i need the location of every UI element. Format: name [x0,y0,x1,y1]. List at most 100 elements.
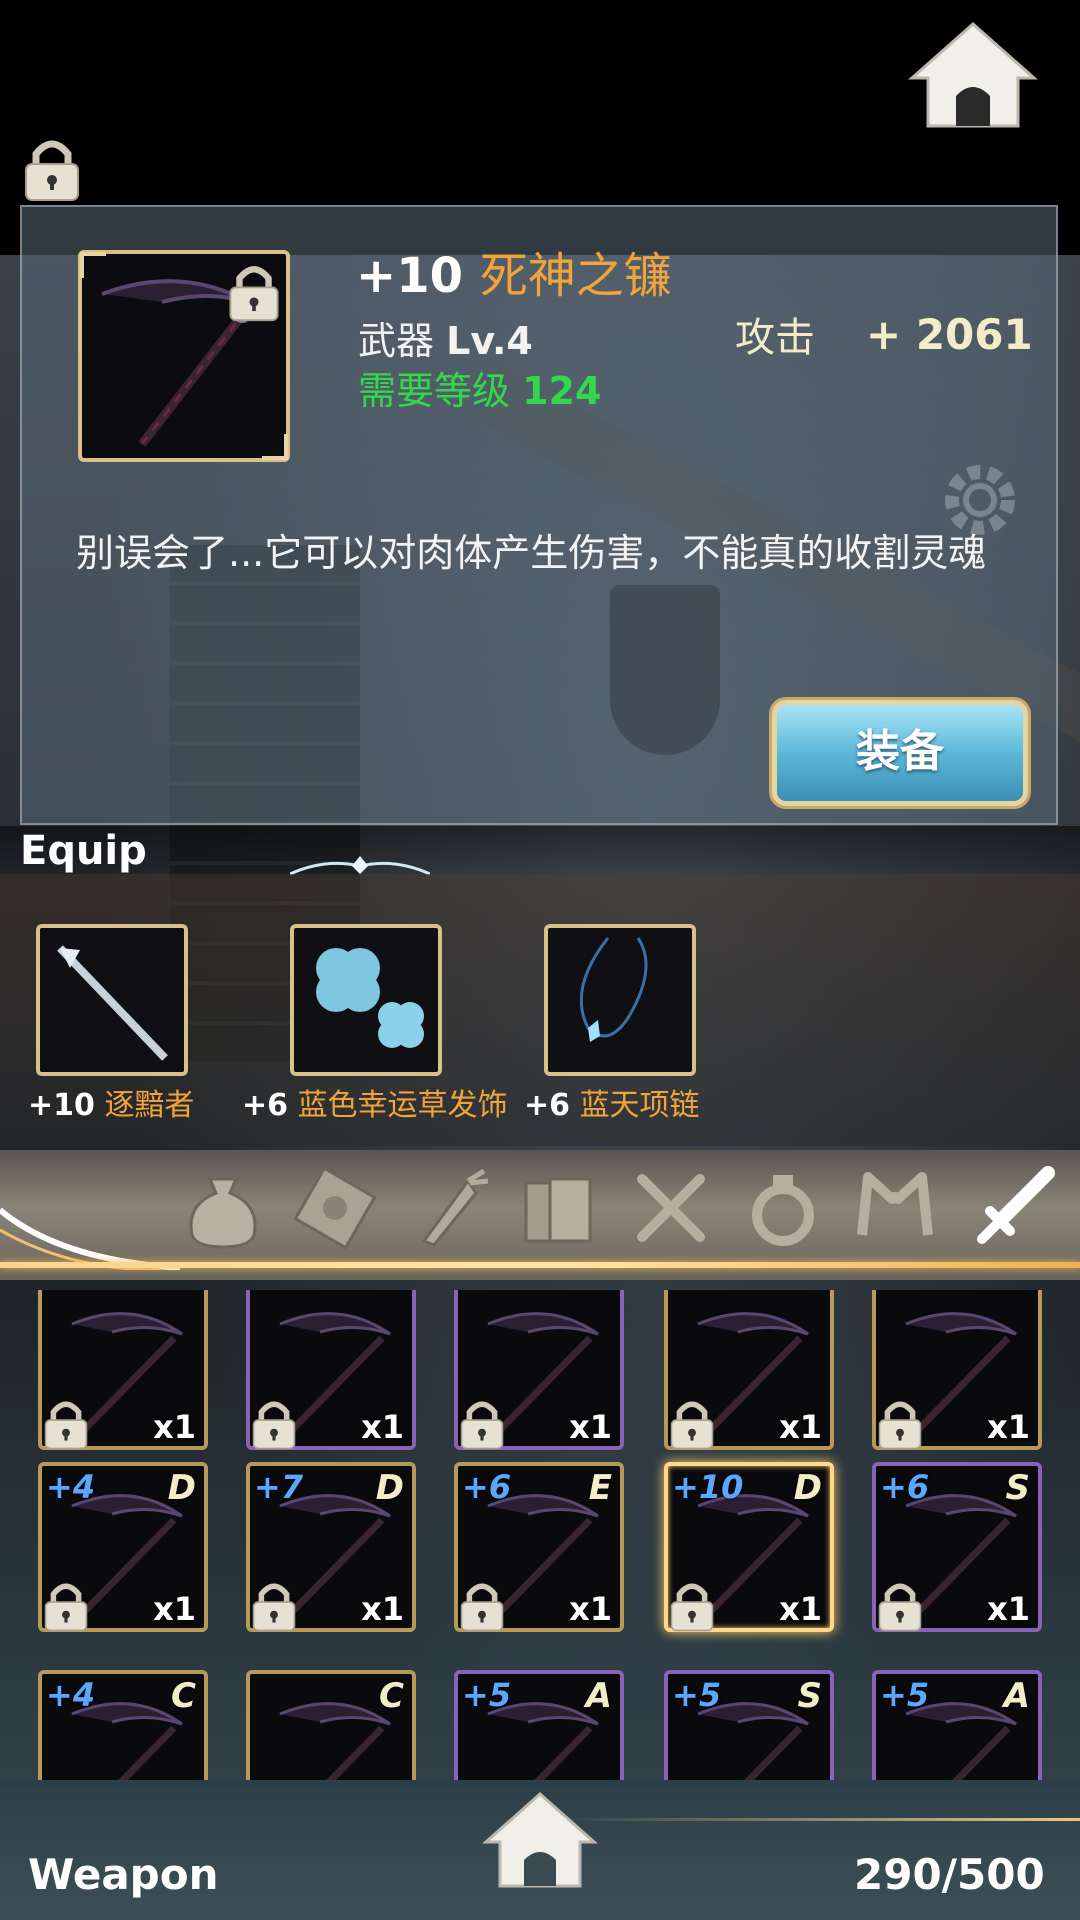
equip-slot-enhance: +6 [242,1088,289,1123]
slot-quantity: x1 [779,1408,822,1446]
inventory-slot[interactable]: x1 [664,1290,834,1450]
sword-icon[interactable] [970,1165,1056,1251]
home-icon[interactable] [482,1790,598,1890]
slot-grade: C [171,1676,196,1716]
swoosh-ornament [0,1207,180,1270]
equip-slot-enhance: +6 [524,1088,571,1123]
inventory-slot[interactable]: x1 [454,1290,624,1450]
lock-icon[interactable] [458,1580,506,1632]
item-description: 别误会了...它可以对肉体产生伤害，不能真的收割灵魂 [76,531,987,575]
lock-icon[interactable] [668,1580,716,1632]
frame-corner [80,252,106,278]
slot-quantity: x1 [361,1590,404,1628]
slot-enhance-level: +5 [462,1676,512,1714]
lock-icon[interactable] [876,1398,924,1450]
ornament-icon [290,856,430,876]
ears-icon[interactable] [852,1165,938,1251]
slot-quantity: x1 [361,1408,404,1446]
ring-icon[interactable] [740,1165,826,1251]
inventory-slot[interactable]: x1 [38,1290,208,1450]
equip-slot-name: 蓝色幸运草发饰 [297,1088,508,1123]
inventory-slot[interactable]: +10 Dx1 [664,1462,834,1632]
inventory-slot[interactable]: +4 Dx1 [38,1462,208,1632]
slot-grade: A [1003,1676,1030,1716]
slot-grade: D [375,1468,404,1508]
equip-slot-name: 蓝天项链 [579,1088,700,1123]
inventory-slot[interactable]: +5 A [872,1670,1042,1780]
slot-enhance-level: +10 [672,1468,744,1506]
item-requirement: 需要等级 124 [358,360,601,415]
inventory-grid: x1 x1 x1 x1 x1 +4 Dx1 +7 Dx1 +6 Ex1 +10 Dx1 +6 Sx1 +4 C C… [0,1290,1080,1780]
lock-icon[interactable] [250,1398,298,1450]
equip-slot-enhance: +10 [28,1088,95,1123]
slot-grade: A [585,1676,612,1716]
slot-enhance-level: +5 [672,1676,722,1714]
item-type-label: 武器 [358,319,435,363]
slot-enhance-level: +6 [880,1468,930,1506]
equip-button[interactable]: 装备 [772,700,1028,806]
lock-icon[interactable] [226,262,282,322]
lock-icon[interactable] [458,1398,506,1450]
inventory-slot[interactable]: C [246,1670,416,1780]
slot-grade: D [167,1468,196,1508]
bag-icon[interactable] [180,1165,266,1251]
inventory-slot[interactable]: +5 A [454,1670,624,1780]
utensils-icon[interactable] [628,1165,714,1251]
slot-enhance-level: +7 [254,1468,304,1506]
item-enhance-level: +10 [356,248,464,304]
tab-underline [0,1262,1080,1268]
slot-grade: S [1005,1468,1031,1508]
necklace-icon [579,937,648,1042]
lock-icon[interactable] [250,1580,298,1632]
equip-slot-necklace[interactable] [544,924,696,1076]
equip-slot-weapon[interactable] [36,924,188,1076]
lock-icon[interactable] [42,1580,90,1632]
item-title: +10 死神之镰 [356,236,672,306]
inventory-slot[interactable]: +6 Ex1 [454,1462,624,1632]
inventory-slot[interactable]: +4 C [38,1670,208,1780]
book-icon[interactable] [516,1165,602,1251]
carrot-icon[interactable] [404,1165,490,1251]
slot-grade: C [379,1676,404,1716]
category-label: Weapon [28,1850,219,1899]
slot-enhance-level: +6 [462,1468,512,1506]
inventory-slot[interactable]: +5 S [664,1670,834,1780]
slot-quantity: x1 [153,1408,196,1446]
lock-icon[interactable] [876,1580,924,1632]
attack-value: + 2061 [866,310,1033,359]
frame-corner [262,434,288,460]
item-name: 死神之镰 [479,248,672,304]
slot-quantity: x1 [987,1590,1030,1628]
inventory-slot[interactable]: x1 [246,1290,416,1450]
slot-enhance-level: +5 [880,1676,930,1714]
equip-slot-weapon-label: +10 逐黯者 [28,1080,194,1124]
slot-grade: D [793,1468,822,1508]
slot-quantity: x1 [779,1590,822,1628]
item-type: 武器 Lv.4 [358,310,533,365]
slot-enhance-level: +4 [46,1676,96,1714]
item-level: Lv.4 [446,319,533,363]
equip-slot-name: 逐黯者 [104,1088,195,1123]
required-level-label: 需要等级 [358,369,511,413]
clover-icon [316,948,424,1048]
slot-grade: S [797,1676,823,1716]
scroll-icon[interactable] [292,1165,378,1251]
home-icon[interactable] [908,20,1038,130]
inventory-slot[interactable]: x1 [872,1290,1042,1450]
lock-icon[interactable] [42,1398,90,1450]
slot-quantity: x1 [153,1590,196,1628]
slot-grade: E [588,1468,612,1508]
inventory-count: 290/500 [854,1850,1045,1899]
equip-slot-hair[interactable] [290,924,442,1076]
lock-icon[interactable] [22,136,82,202]
slot-enhance-level: +4 [46,1468,96,1506]
lock-icon[interactable] [668,1398,716,1450]
equip-section-title: Equip [20,828,147,874]
required-level-value: 124 [522,369,602,413]
item-portrait [78,250,290,462]
inventory-slot[interactable]: +6 Sx1 [872,1462,1042,1632]
slot-quantity: x1 [987,1408,1030,1446]
inventory-slot[interactable]: +7 Dx1 [246,1462,416,1632]
slot-quantity: x1 [569,1590,612,1628]
attack-label: 攻击 [735,315,815,361]
